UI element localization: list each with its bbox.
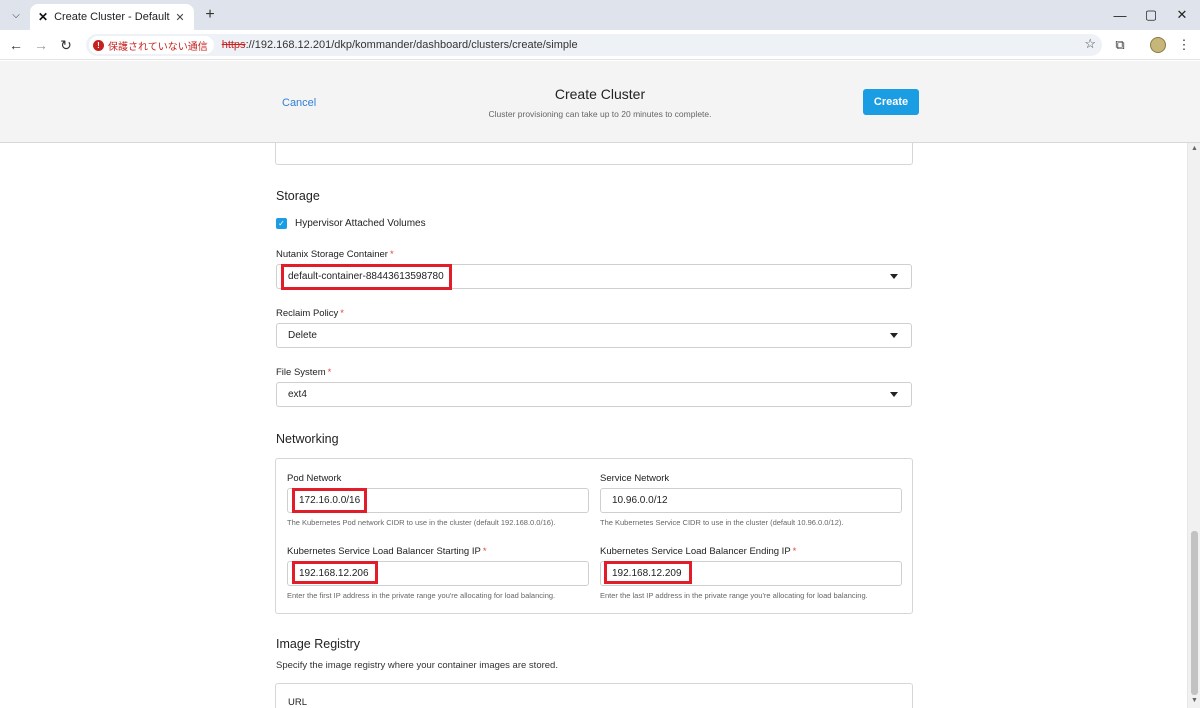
- reclaim-policy-label: Reclaim Policy *: [276, 308, 344, 319]
- tab-close-icon[interactable]: ✕: [172, 11, 188, 24]
- scroll-down-arrow-icon[interactable]: ▼: [1191, 697, 1198, 704]
- required-mark: *: [389, 249, 394, 260]
- forward-arrow-icon[interactable]: →: [31, 35, 51, 55]
- lb-start-label: Kubernetes Service Load Balancer Startin…: [287, 546, 487, 557]
- previous-section-box: 2 2 gg: [275, 143, 913, 165]
- highlight-box-pod-network: [292, 488, 367, 513]
- image-registry-subtitle: Specify the image registry where your co…: [276, 660, 558, 671]
- file-system-label-text: File System: [276, 367, 326, 378]
- nutanix-x-icon: ✕: [38, 10, 49, 24]
- url-text[interactable]: https://192.168.12.201/dkp/kommander/das…: [222, 39, 578, 51]
- file-system-label: File System *: [276, 367, 331, 378]
- lb-start-help: Enter the first IP address in the privat…: [287, 591, 556, 600]
- new-tab-plus-icon[interactable]: +: [200, 5, 220, 25]
- file-system-select[interactable]: ext4: [276, 382, 912, 407]
- warning-icon: !: [93, 39, 104, 51]
- scrollbar-thumb[interactable]: [1191, 531, 1198, 695]
- pod-network-label: Pod Network: [287, 473, 342, 484]
- reclaim-policy-select[interactable]: Delete: [276, 323, 912, 348]
- more-menu-icon[interactable]: ⋮: [1174, 35, 1194, 55]
- browser-tab[interactable]: ✕ Create Cluster - Default Worksp... ✕: [30, 4, 194, 30]
- url-path: ://192.168.12.201/dkp/kommander/dashboar…: [245, 39, 578, 51]
- browser-toolbar: ← → ↻ ! 保護されていない通信 https://192.168.12.20…: [0, 30, 1200, 60]
- required-mark: *: [340, 308, 344, 319]
- highlight-box-lb-end: [604, 561, 692, 584]
- networking-box: Pod Network 172.16.0.0/16 The Kubernetes…: [275, 458, 913, 614]
- file-system-value: ext4: [288, 389, 307, 400]
- lb-end-label: Kubernetes Service Load Balancer Ending …: [600, 546, 796, 557]
- highlight-box-lb-start: [292, 561, 378, 584]
- pod-network-help: The Kubernetes Pod network CIDR to use i…: [287, 518, 556, 527]
- service-network-input[interactable]: 10.96.0.0/12: [600, 488, 902, 513]
- dropdown-caret-icon: [890, 274, 898, 279]
- page-subtitle: Cluster provisioning can take up to 20 m…: [488, 109, 712, 119]
- security-warning-chip[interactable]: ! 保護されていない通信: [89, 36, 214, 54]
- lb-end-help: Enter the last IP address in the private…: [600, 591, 868, 600]
- reclaim-policy-value: Delete: [288, 330, 317, 341]
- reload-icon[interactable]: ↻: [56, 35, 76, 55]
- browser-tab-bar: ⌵ ✕ Create Cluster - Default Worksp... ✕…: [0, 0, 1200, 30]
- required-mark: *: [327, 367, 332, 378]
- tab-search-chevron-icon[interactable]: ⌵: [6, 5, 26, 25]
- dropdown-caret-icon: [890, 333, 898, 338]
- hypervisor-attached-volumes-row[interactable]: ✓ Hypervisor Attached Volumes: [276, 218, 426, 229]
- tab-title: Create Cluster - Default Worksp...: [54, 11, 172, 23]
- avatar: [1150, 37, 1166, 53]
- required-mark: *: [482, 546, 487, 557]
- networking-section-title: Networking: [276, 432, 339, 446]
- bookmark-star-icon[interactable]: ☆: [1084, 36, 1096, 52]
- service-network-label: Service Network: [600, 473, 670, 484]
- storage-container-label-text: Nutanix Storage Container: [276, 249, 388, 260]
- create-cluster-header: Cancel Create Cluster Cluster provisioni…: [0, 61, 1200, 143]
- create-button[interactable]: Create: [863, 89, 919, 115]
- storage-section-title: Storage: [276, 189, 320, 203]
- page-title: Create Cluster: [554, 86, 646, 102]
- profile-avatar[interactable]: [1148, 35, 1168, 55]
- registry-url-label: URL: [288, 697, 308, 708]
- lb-end-label-text: Kubernetes Service Load Balancer Ending …: [600, 546, 791, 557]
- service-network-help: The Kubernetes Service CIDR to use in th…: [600, 518, 844, 527]
- page-scrollbar[interactable]: ▲ ▼: [1187, 143, 1200, 708]
- required-mark: *: [792, 546, 797, 557]
- image-registry-section-title: Image Registry: [276, 637, 361, 651]
- url-scheme: https: [221, 39, 246, 51]
- lb-start-label-text: Kubernetes Service Load Balancer Startin…: [287, 546, 481, 557]
- checkbox-label: Hypervisor Attached Volumes: [295, 218, 426, 229]
- highlight-box-storage-container: [281, 264, 452, 290]
- storage-container-label: Nutanix Storage Container *: [276, 249, 394, 260]
- dropdown-caret-icon: [890, 392, 898, 397]
- scroll-up-arrow-icon[interactable]: ▲: [1191, 145, 1198, 152]
- security-label: 保護されていない通信: [108, 41, 208, 53]
- reclaim-policy-label-text: Reclaim Policy: [276, 308, 339, 319]
- extensions-puzzle-icon[interactable]: ⧉: [1110, 35, 1130, 55]
- address-bar[interactable]: ! 保護されていない通信 https://192.168.12.201/dkp/…: [86, 34, 1102, 56]
- back-arrow-icon[interactable]: ←: [6, 35, 26, 55]
- window-close-icon[interactable]: ✕: [1162, 0, 1200, 30]
- form-content: 2 2 gg Storage ✓ Hypervisor Attached Vol…: [0, 143, 1187, 708]
- checkbox-checked-icon[interactable]: ✓: [276, 218, 287, 229]
- image-registry-box: URL: [275, 683, 913, 708]
